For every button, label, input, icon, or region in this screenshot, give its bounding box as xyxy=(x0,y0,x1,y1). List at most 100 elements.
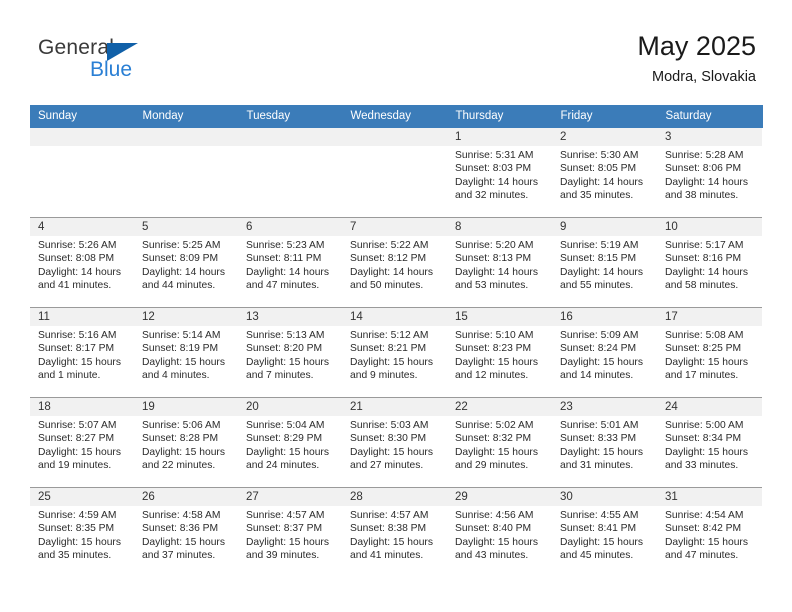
day-info: Sunrise: 5:07 AM Sunset: 8:27 PM Daylight:… xyxy=(30,416,134,473)
calendar-week-row: 18 Sunrise: 5:07 AM Sunset: 8:27 PM Dayligh… xyxy=(30,397,762,488)
day-number: 3 xyxy=(657,128,762,146)
daylight-text-line2: and 58 minutes. xyxy=(665,280,739,292)
calendar-day-cell[interactable]: 27 Sunrise: 4:57 AM Sunset: 8:37 PM Dayligh… xyxy=(238,487,342,578)
daylight-text-line2: and 27 minutes. xyxy=(350,460,424,472)
day-info: Sunrise: 5:20 AM Sunset: 8:13 PM Daylight:… xyxy=(447,236,552,293)
daylight-text-line2: and 7 minutes. xyxy=(246,370,314,382)
calendar-day-cell[interactable]: 20 Sunrise: 5:04 AM Sunset: 8:29 PM Dayligh… xyxy=(238,397,342,488)
calendar-week-row: 4 Sunrise: 5:26 AM Sunset: 8:08 PM Daylight… xyxy=(30,217,762,308)
daylight-text-line1: Daylight: 15 hours xyxy=(560,446,643,458)
daylight-text-line2: and 29 minutes. xyxy=(455,460,529,472)
sunset-text: Sunset: 8:41 PM xyxy=(560,523,637,535)
day-number: 15 xyxy=(447,308,552,326)
logo-text-general: General xyxy=(38,36,115,59)
calendar-day-cell[interactable]: 31 Sunrise: 4:54 AM Sunset: 8:42 PM Dayligh… xyxy=(657,487,762,578)
calendar-day-cell[interactable]: 29 Sunrise: 4:56 AM Sunset: 8:40 PM Dayligh… xyxy=(447,487,552,578)
calendar-day-cell[interactable]: 9 Sunrise: 5:19 AM Sunset: 8:15 PM Daylight… xyxy=(552,217,657,308)
calendar-day-cell[interactable]: 28 Sunrise: 4:57 AM Sunset: 8:38 PM Dayligh… xyxy=(342,487,447,578)
sunset-text: Sunset: 8:42 PM xyxy=(665,523,742,535)
sunset-text: Sunset: 8:28 PM xyxy=(142,433,219,445)
weekday-header-thursday: Thursday xyxy=(447,105,553,128)
daylight-text-line2: and 17 minutes. xyxy=(665,370,739,382)
daylight-text-line1: Daylight: 15 hours xyxy=(665,356,748,368)
daylight-text-line2: and 43 minutes. xyxy=(455,550,529,562)
day-number xyxy=(342,128,447,146)
daylight-text-line2: and 41 minutes. xyxy=(38,280,112,292)
weekday-header-saturday: Saturday xyxy=(657,105,763,128)
calendar-day-cell[interactable]: 4 Sunrise: 5:26 AM Sunset: 8:08 PM Daylight… xyxy=(30,217,134,308)
calendar-body: 1 Sunrise: 5:31 AM Sunset: 8:03 PM Daylight… xyxy=(30,127,762,578)
day-info: Sunrise: 5:31 AM Sunset: 8:03 PM Daylight:… xyxy=(447,146,552,203)
daylight-text-line1: Daylight: 15 hours xyxy=(246,536,329,548)
calendar-day-cell[interactable]: 15 Sunrise: 5:10 AM Sunset: 8:23 PM Dayligh… xyxy=(447,307,552,398)
calendar-day-cell[interactable]: 10 Sunrise: 5:17 AM Sunset: 8:16 PM Dayligh… xyxy=(657,217,762,308)
calendar-day-cell[interactable]: 23 Sunrise: 5:01 AM Sunset: 8:33 PM Dayligh… xyxy=(552,397,657,488)
calendar-day-cell[interactable]: 30 Sunrise: 4:55 AM Sunset: 8:41 PM Dayligh… xyxy=(552,487,657,578)
calendar-day-cell[interactable]: 24 Sunrise: 5:00 AM Sunset: 8:34 PM Dayligh… xyxy=(657,397,762,488)
calendar-day-cell-empty xyxy=(342,127,447,218)
daylight-text-line2: and 1 minute. xyxy=(38,370,101,382)
sunset-text: Sunset: 8:20 PM xyxy=(246,343,323,355)
weekday-header-wednesday: Wednesday xyxy=(342,105,448,128)
logo-text-blue: Blue xyxy=(90,58,133,81)
calendar-day-cell-empty xyxy=(30,127,134,218)
day-info: Sunrise: 4:54 AM Sunset: 8:42 PM Daylight:… xyxy=(657,506,762,563)
calendar-day-cell[interactable]: 25 Sunrise: 4:59 AM Sunset: 8:35 PM Dayligh… xyxy=(30,487,134,578)
daylight-text-line1: Daylight: 14 hours xyxy=(350,266,433,278)
day-info: Sunrise: 5:28 AM Sunset: 8:06 PM Daylight:… xyxy=(657,146,762,203)
calendar-day-cell[interactable]: 13 Sunrise: 5:13 AM Sunset: 8:20 PM Dayligh… xyxy=(238,307,342,398)
day-number: 27 xyxy=(238,488,342,506)
daylight-text-line1: Daylight: 14 hours xyxy=(665,266,748,278)
sunset-text: Sunset: 8:13 PM xyxy=(455,253,532,265)
weekday-header-tuesday: Tuesday xyxy=(238,105,343,128)
sunrise-text: Sunrise: 5:12 AM xyxy=(350,330,429,341)
daylight-text-line2: and 50 minutes. xyxy=(350,280,424,292)
general-blue-logo[interactable]: General Blue xyxy=(38,36,238,86)
calendar-day-cell[interactable]: 6 Sunrise: 5:23 AM Sunset: 8:11 PM Daylight… xyxy=(238,217,342,308)
calendar-day-cell[interactable]: 2 Sunrise: 5:30 AM Sunset: 8:05 PM Daylight… xyxy=(552,127,657,218)
daylight-text-line2: and 55 minutes. xyxy=(560,280,634,292)
calendar-day-cell[interactable]: 7 Sunrise: 5:22 AM Sunset: 8:12 PM Daylight… xyxy=(342,217,447,308)
day-info: Sunrise: 5:13 AM Sunset: 8:20 PM Daylight:… xyxy=(238,326,342,383)
calendar-day-cell[interactable]: 22 Sunrise: 5:02 AM Sunset: 8:32 PM Dayligh… xyxy=(447,397,552,488)
sunset-text: Sunset: 8:12 PM xyxy=(350,253,427,265)
sunrise-text: Sunrise: 5:17 AM xyxy=(665,240,744,251)
day-info: Sunrise: 4:55 AM Sunset: 8:41 PM Daylight:… xyxy=(552,506,657,563)
calendar-day-cell[interactable]: 17 Sunrise: 5:08 AM Sunset: 8:25 PM Dayligh… xyxy=(657,307,762,398)
sunrise-text: Sunrise: 5:19 AM xyxy=(560,240,639,251)
sunrise-text: Sunrise: 5:01 AM xyxy=(560,420,639,431)
day-number: 20 xyxy=(238,398,342,416)
calendar-day-cell[interactable]: 21 Sunrise: 5:03 AM Sunset: 8:30 PM Dayligh… xyxy=(342,397,447,488)
day-info: Sunrise: 4:59 AM Sunset: 8:35 PM Daylight:… xyxy=(30,506,134,563)
day-info: Sunrise: 5:14 AM Sunset: 8:19 PM Daylight:… xyxy=(134,326,238,383)
day-number: 7 xyxy=(342,218,447,236)
calendar-day-cell[interactable]: 11 Sunrise: 5:16 AM Sunset: 8:17 PM Dayligh… xyxy=(30,307,134,398)
calendar-day-cell[interactable]: 16 Sunrise: 5:09 AM Sunset: 8:24 PM Dayligh… xyxy=(552,307,657,398)
calendar-day-cell[interactable]: 12 Sunrise: 5:14 AM Sunset: 8:19 PM Dayligh… xyxy=(134,307,238,398)
sunset-text: Sunset: 8:03 PM xyxy=(455,163,532,175)
sunrise-text: Sunrise: 5:26 AM xyxy=(38,240,117,251)
sunset-text: Sunset: 8:25 PM xyxy=(665,343,742,355)
calendar-day-cell[interactable]: 8 Sunrise: 5:20 AM Sunset: 8:13 PM Daylight… xyxy=(447,217,552,308)
sunset-text: Sunset: 8:09 PM xyxy=(142,253,219,265)
weekday-header-row: Sunday Monday Tuesday Wednesday Thursday… xyxy=(30,105,763,128)
sunset-text: Sunset: 8:19 PM xyxy=(142,343,219,355)
calendar-day-cell[interactable]: 18 Sunrise: 5:07 AM Sunset: 8:27 PM Dayligh… xyxy=(30,397,134,488)
day-info: Sunrise: 5:16 AM Sunset: 8:17 PM Daylight:… xyxy=(30,326,134,383)
sunset-text: Sunset: 8:33 PM xyxy=(560,433,637,445)
calendar-day-cell[interactable]: 5 Sunrise: 5:25 AM Sunset: 8:09 PM Daylight… xyxy=(134,217,238,308)
calendar-day-cell[interactable]: 3 Sunrise: 5:28 AM Sunset: 8:06 PM Daylight… xyxy=(657,127,762,218)
calendar-day-cell[interactable]: 1 Sunrise: 5:31 AM Sunset: 8:03 PM Daylight… xyxy=(447,127,552,218)
day-number: 5 xyxy=(134,218,238,236)
daylight-text-line2: and 39 minutes. xyxy=(246,550,320,562)
calendar-day-cell[interactable]: 26 Sunrise: 4:58 AM Sunset: 8:36 PM Dayligh… xyxy=(134,487,238,578)
day-info: Sunrise: 5:12 AM Sunset: 8:21 PM Daylight:… xyxy=(342,326,447,383)
page-title: May 2025 xyxy=(637,31,756,61)
daylight-text-line2: and 19 minutes. xyxy=(38,460,112,472)
calendar-day-cell[interactable]: 14 Sunrise: 5:12 AM Sunset: 8:21 PM Dayligh… xyxy=(342,307,447,398)
daylight-text-line2: and 9 minutes. xyxy=(350,370,418,382)
daylight-text-line1: Daylight: 15 hours xyxy=(665,446,748,458)
calendar-day-cell[interactable]: 19 Sunrise: 5:06 AM Sunset: 8:28 PM Dayligh… xyxy=(134,397,238,488)
day-info: Sunrise: 5:06 AM Sunset: 8:28 PM Daylight:… xyxy=(134,416,238,473)
day-number: 17 xyxy=(657,308,762,326)
